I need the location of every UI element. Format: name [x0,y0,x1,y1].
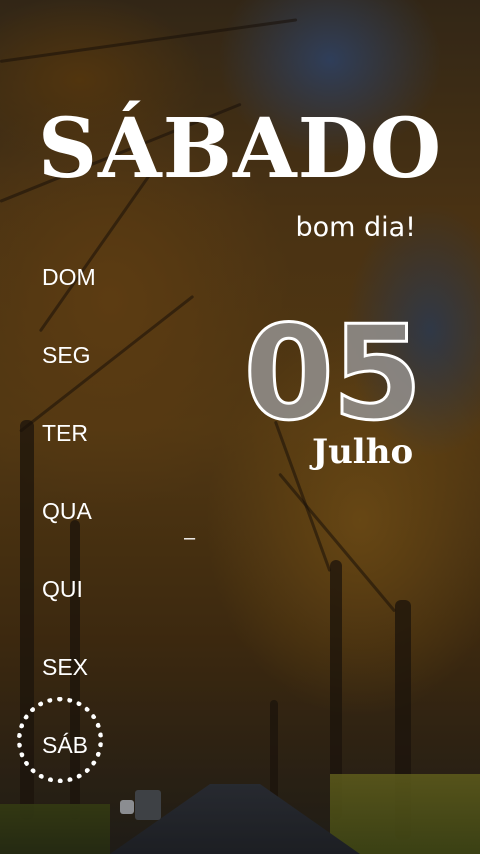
month-label: Julho [312,432,414,472]
date-day-number: 05 [242,296,424,451]
day-number-text: 05 [244,297,421,449]
